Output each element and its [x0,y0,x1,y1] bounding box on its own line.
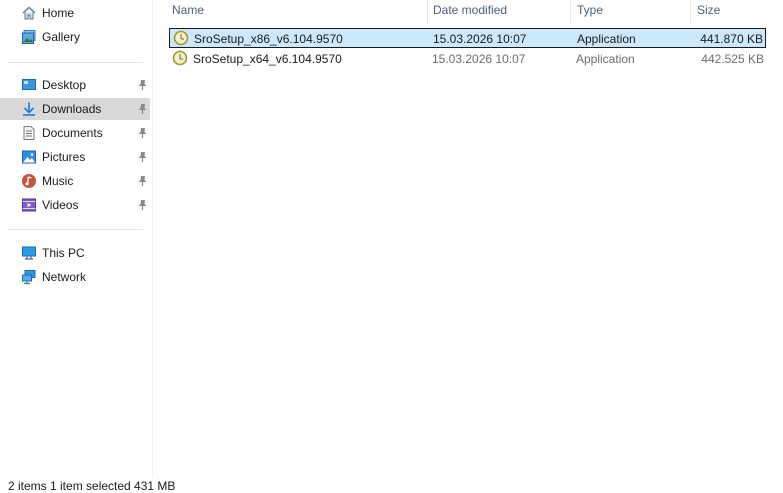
nav-item-label: Desktop [42,78,87,92]
divider [8,229,143,230]
column-divider[interactable] [690,0,691,24]
column-header-row: Name Date modified Type Size [165,0,783,24]
status-bar-text: 2 items 1 item selected 431 MB [8,479,176,493]
desktop-icon [22,79,36,90]
nav-item-gallery[interactable]: Gallery [0,26,150,48]
nav-item-desktop[interactable]: Desktop [0,74,150,96]
file-row[interactable]: SroSetup_x86_v6.104.9570 15.03.2026 10:0… [169,28,766,48]
nav-item-label: Gallery [42,30,81,44]
nav-item-label: This PC [42,246,85,260]
column-header-size[interactable]: Size [697,3,720,17]
network-icon [22,270,36,285]
nav-item-label: Pictures [42,150,86,164]
home-icon [22,6,36,20]
nav-item-videos[interactable]: Videos [0,194,150,216]
nav-item-downloads[interactable]: Downloads [0,98,150,120]
nav-item-this-pc[interactable]: This PC [0,242,150,264]
column-header-name[interactable]: Name [172,3,204,17]
file-date-modified: 15.03.2026 10:07 [433,32,527,46]
nav-item-label: Downloads [42,102,102,116]
column-divider[interactable] [570,0,571,24]
documents-icon [23,126,35,140]
file-row[interactable]: SroSetup_x64_v6.104.9570 15.03.2026 10:0… [169,49,766,69]
pin-icon [138,200,147,210]
pin-icon [138,152,147,162]
file-type: Application [576,52,635,66]
pin-icon [138,176,147,186]
downloads-icon [23,102,35,116]
divider [8,62,143,63]
pictures-icon [22,150,36,164]
pin-icon [138,80,147,90]
nav-item-label: Documents [42,126,103,140]
column-divider[interactable] [427,0,428,24]
nav-item-network[interactable]: Network [0,266,150,288]
nav-item-pictures[interactable]: Pictures [0,146,150,168]
file-type: Application [577,32,636,46]
nav-item-label: Home [42,6,75,20]
pin-icon [138,104,147,114]
nav-item-label: Videos [42,198,79,212]
file-size: 442.525 KB [701,52,764,66]
nav-item-music[interactable]: Music [0,170,150,192]
this-pc-icon [22,246,36,260]
nav-item-home[interactable]: Home [0,2,150,24]
column-header-type[interactable]: Type [577,3,603,17]
nav-item-documents[interactable]: Documents [0,122,150,144]
videos-icon [22,198,36,212]
file-size: 441.870 KB [700,32,763,46]
pin-icon [138,128,147,138]
column-header-date-modified[interactable]: Date modified [433,3,507,17]
nav-item-label: Music [42,174,74,188]
file-name: SroSetup_x64_v6.104.9570 [193,52,342,66]
music-icon [22,174,36,188]
application-icon [173,30,189,46]
nav-item-label: Network [42,270,87,284]
file-date-modified: 15.03.2026 10:07 [432,52,526,66]
navigation-pane: Home Gallery Desktop Downloads Documents… [0,0,153,478]
application-icon [172,50,188,66]
file-name: SroSetup_x86_v6.104.9570 [194,32,343,46]
gallery-icon [22,30,36,44]
